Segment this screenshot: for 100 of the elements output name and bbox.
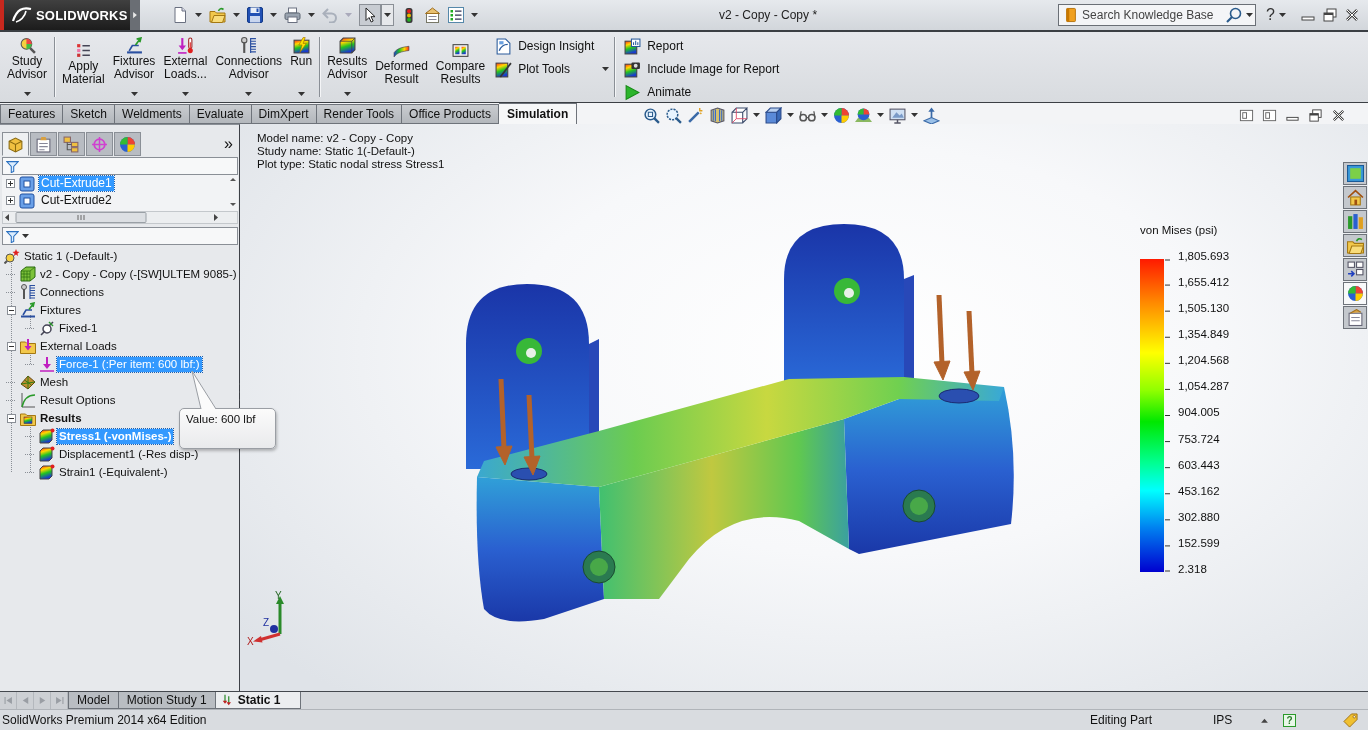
split-view-icon[interactable] bbox=[1262, 108, 1277, 123]
ribbon-button[interactable]: External Loads... bbox=[159, 34, 212, 102]
sheet-icon[interactable] bbox=[424, 7, 441, 23]
command-tab[interactable]: Weldments bbox=[115, 104, 190, 124]
task-pane-tab[interactable] bbox=[1343, 306, 1367, 329]
tree-item[interactable]: v2 - Copy - Copy (-[SW]ULTEM 9085-) bbox=[38, 266, 239, 282]
units-selector[interactable]: IPS bbox=[1213, 713, 1260, 727]
help-button[interactable]: ? bbox=[1256, 6, 1279, 24]
ribbon-button[interactable]: Include Image for Report bbox=[622, 59, 782, 79]
minus-box-icon[interactable] bbox=[7, 341, 16, 351]
zoom-fit-icon[interactable] bbox=[643, 106, 661, 124]
ribbon-button[interactable]: Results Advisor bbox=[323, 34, 372, 102]
tree-item[interactable]: Cut-Extrude2 bbox=[39, 193, 114, 208]
task-pane-tab[interactable] bbox=[1343, 162, 1367, 185]
checklist-icon[interactable] bbox=[448, 7, 464, 23]
caret-icon[interactable] bbox=[471, 13, 478, 17]
tree-item[interactable]: Static 1 (-Default-) bbox=[22, 248, 120, 264]
caret-icon[interactable] bbox=[233, 13, 240, 17]
caret-icon[interactable] bbox=[787, 113, 795, 117]
caret-icon[interactable] bbox=[195, 13, 202, 17]
plus-box-icon[interactable] bbox=[6, 179, 15, 188]
close-icon[interactable] bbox=[1344, 7, 1360, 23]
panel-tab[interactable] bbox=[114, 132, 141, 156]
task-pane-tab[interactable] bbox=[1343, 234, 1367, 257]
command-tab[interactable]: Evaluate bbox=[189, 104, 252, 124]
command-tab[interactable]: Render Tools bbox=[316, 104, 403, 124]
caret-icon[interactable] bbox=[911, 113, 919, 117]
vertical-scrollbar[interactable] bbox=[228, 175, 238, 209]
caret-icon[interactable] bbox=[384, 13, 391, 17]
panel-tab[interactable] bbox=[2, 132, 29, 156]
sphere-ground-icon[interactable] bbox=[855, 106, 873, 124]
pointer-icon[interactable] bbox=[362, 7, 378, 23]
split-view-icon[interactable] bbox=[1239, 108, 1254, 123]
printer-icon[interactable] bbox=[284, 7, 301, 23]
zoom-area-icon[interactable] bbox=[665, 106, 683, 124]
search-icon[interactable] bbox=[1226, 7, 1243, 23]
command-tab[interactable]: Simulation bbox=[498, 103, 578, 124]
tree-item[interactable]: Strain1 (-Equivalent-) bbox=[57, 464, 170, 480]
restore-icon[interactable] bbox=[1322, 7, 1338, 23]
filter-field[interactable] bbox=[2, 227, 238, 245]
caret-icon[interactable] bbox=[1246, 13, 1254, 17]
caret-icon[interactable] bbox=[753, 113, 761, 117]
tree-item[interactable]: Connections bbox=[38, 284, 106, 300]
ribbon-button[interactable]: Deformed Result bbox=[371, 34, 432, 102]
wireframe-cube-icon[interactable] bbox=[731, 106, 749, 124]
tree-item[interactable]: Fixtures bbox=[38, 302, 83, 318]
caret-icon[interactable] bbox=[1279, 13, 1286, 17]
search-field[interactable]: Search Knowledge Base bbox=[1058, 4, 1257, 26]
plus-box-icon[interactable] bbox=[6, 196, 15, 205]
section-view-icon[interactable] bbox=[709, 106, 727, 124]
tree-item[interactable]: Fixed-1 bbox=[57, 320, 100, 336]
ribbon-button[interactable]: Plot Tools bbox=[493, 59, 612, 79]
tree-item[interactable]: Displacement1 (-Res disp-) bbox=[57, 446, 201, 462]
tree-item[interactable]: Result Options bbox=[38, 392, 118, 408]
shaded-cube-icon[interactable] bbox=[765, 106, 783, 124]
color-sphere-icon[interactable] bbox=[833, 106, 851, 124]
restore-icon[interactable] bbox=[1308, 108, 1323, 123]
ribbon-button[interactable]: Run bbox=[286, 34, 317, 102]
ribbon-button[interactable]: Fixtures Advisor bbox=[108, 34, 160, 102]
sheet-tab[interactable]: Static 1 bbox=[215, 692, 302, 709]
ribbon-button[interactable]: Connections Advisor bbox=[211, 34, 287, 102]
minus-box-icon[interactable] bbox=[7, 305, 16, 315]
monitor-icon[interactable] bbox=[889, 106, 907, 124]
command-tab[interactable]: Features bbox=[0, 104, 64, 124]
sheet-tab[interactable]: Motion Study 1 bbox=[118, 692, 216, 709]
horizontal-scrollbar[interactable] bbox=[2, 211, 238, 224]
task-pane-tab[interactable] bbox=[1343, 210, 1367, 233]
task-pane-tab[interactable] bbox=[1343, 258, 1367, 281]
caret-icon[interactable] bbox=[877, 113, 885, 117]
tree-item[interactable]: Results bbox=[38, 410, 84, 426]
caret-icon[interactable] bbox=[821, 113, 829, 117]
document-icon[interactable] bbox=[172, 7, 188, 23]
panel-tab[interactable] bbox=[30, 132, 57, 156]
wand-icon[interactable] bbox=[687, 106, 705, 124]
ribbon-button[interactable]: Report bbox=[622, 36, 782, 56]
tree-item[interactable]: External Loads bbox=[38, 338, 119, 354]
task-pane-tab[interactable] bbox=[1343, 282, 1367, 305]
minus-box-icon[interactable] bbox=[7, 413, 16, 423]
axis-arrow-icon[interactable] bbox=[923, 106, 941, 124]
caret-icon[interactable] bbox=[22, 234, 29, 238]
filter-icon[interactable] bbox=[6, 229, 19, 243]
task-pane-tab[interactable] bbox=[1343, 186, 1367, 209]
sheet-tab[interactable]: Model bbox=[68, 692, 119, 709]
ribbon-button[interactable]: Study Advisor bbox=[3, 34, 51, 102]
close-icon[interactable] bbox=[1331, 108, 1346, 123]
folder-icon[interactable] bbox=[209, 7, 226, 23]
ribbon-button[interactable]: Design Insight bbox=[493, 36, 612, 56]
ribbon-button[interactable]: Animate bbox=[622, 82, 782, 102]
caret-icon[interactable] bbox=[270, 13, 277, 17]
help-button[interactable]: ? bbox=[1283, 713, 1296, 727]
more-tabs-button[interactable]: » bbox=[222, 132, 235, 156]
command-tab[interactable]: Sketch bbox=[63, 104, 116, 124]
filter-field[interactable] bbox=[2, 157, 238, 175]
ribbon-button[interactable]: Compare Results bbox=[431, 34, 490, 102]
ribbon-button[interactable]: Apply Material bbox=[58, 34, 109, 102]
command-tab[interactable]: Office Products bbox=[402, 104, 499, 124]
caret-icon[interactable] bbox=[308, 13, 315, 17]
tree-item[interactable]: Mesh bbox=[38, 374, 71, 390]
filter-icon[interactable] bbox=[6, 159, 19, 173]
panel-tab[interactable] bbox=[58, 132, 85, 156]
